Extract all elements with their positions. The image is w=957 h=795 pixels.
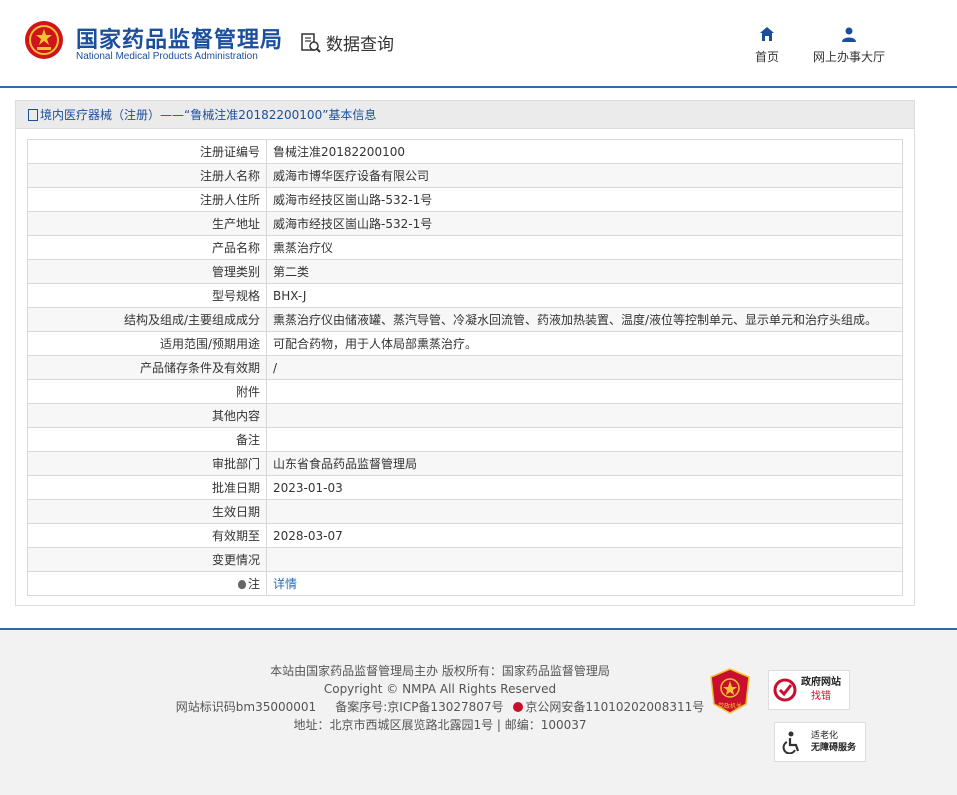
- note-label: 注: [247, 577, 260, 591]
- table-row: 型号规格 BHX-J: [27, 283, 903, 308]
- row-value: /: [266, 355, 903, 380]
- table-row: 适用范围/预期用途 可配合药物，用于人体局部熏蒸治疗。: [27, 331, 903, 356]
- accessibility-icon: [782, 731, 800, 754]
- table-row: 生产地址 威海市经技区崮山路-532-1号: [27, 211, 903, 236]
- footer-text: 本站由国家药品监督管理局主办 版权所有：国家药品监督管理局 Copyright …: [150, 662, 730, 734]
- row-value: 2028-03-07: [266, 523, 903, 548]
- footer-site-id: 网站标识码bm35000001: [175, 700, 317, 714]
- row-value: 山东省食品药品监督管理局: [266, 451, 903, 476]
- row-value: 威海市经技区崮山路-532-1号: [266, 211, 903, 236]
- table-row: 其他内容: [27, 403, 903, 428]
- table-row-note: 注详情: [27, 571, 903, 596]
- site-title: 国家药品监督管理局: [76, 28, 284, 53]
- access-badge-line1: 适老化: [811, 731, 839, 741]
- table-row: 审批部门 山东省食品药品监督管理局: [27, 451, 903, 476]
- footer-sponsor: 本站由国家药品监督管理局主办 版权所有：国家药品监督管理局: [270, 664, 610, 678]
- table-row: 结构及组成/主要组成成分 熏蒸治疗仪由储液罐、蒸汽导管、冷凝水回流管、药液加热装置…: [27, 307, 903, 332]
- document-search-icon: [301, 32, 321, 53]
- table-row: 备注: [27, 427, 903, 452]
- row-label: 管理类别: [27, 259, 267, 284]
- table-row: 产品名称 熏蒸治疗仪: [27, 235, 903, 260]
- details-link[interactable]: 详情: [273, 577, 297, 591]
- table-row: 注册人住所 威海市经技区崮山路-532-1号: [27, 187, 903, 212]
- row-label: 其他内容: [27, 403, 267, 428]
- row-value: [266, 403, 903, 428]
- row-label: 型号规格: [27, 283, 267, 308]
- row-label: 注册证编号: [27, 139, 267, 164]
- table-row: 生效日期: [27, 499, 903, 524]
- row-value: [266, 379, 903, 404]
- row-label: 注册人住所: [27, 187, 267, 212]
- row-label: 变更情况: [27, 547, 267, 572]
- row-value: BHX-J: [266, 283, 903, 308]
- gov-badge-line2: 找错: [811, 691, 831, 702]
- row-label: 结构及组成/主要组成成分: [27, 307, 267, 332]
- site-header: 国家药品监督管理局 National Medical Products Admi…: [0, 0, 957, 88]
- nav-home-label: 首页: [754, 50, 779, 64]
- nav-online-hall[interactable]: 网上办事大厅: [808, 26, 890, 65]
- gov-badge-line1: 政府网站: [801, 677, 841, 688]
- row-value: [266, 499, 903, 524]
- row-value: 威海市经技区崮山路-532-1号: [266, 187, 903, 212]
- panel-breadcrumb: 境内医疗器械（注册）——“鲁械注准20182200100”基本信息: [16, 101, 914, 129]
- access-badge-line2: 无障碍服务: [811, 743, 857, 753]
- row-label: 注册人名称: [27, 163, 267, 188]
- footer-address: 地址：北京市西城区展览路北露园1号 | 邮编：100037: [293, 718, 587, 732]
- row-label: 附件: [27, 379, 267, 404]
- data-query-link[interactable]: 数据查询: [300, 30, 394, 55]
- national-emblem-icon: [25, 21, 63, 59]
- table-row: 注册证编号 鲁械注准20182200100: [27, 139, 903, 164]
- nav-home[interactable]: 首页: [752, 26, 782, 65]
- footer-icp-link[interactable]: 备案序号:京ICP备13027807号: [335, 700, 503, 714]
- data-query-label: 数据查询: [326, 35, 394, 55]
- footer-registration: 网站标识码bm35000001 备案序号:京ICP备13027807号 京公网安…: [150, 698, 730, 716]
- footer-copyright: Copyright © NMPA All Rights Reserved: [323, 682, 557, 696]
- row-value: 熏蒸治疗仪由储液罐、蒸汽导管、冷凝水回流管、药液加热装置、温度/液位等控制单元、…: [266, 307, 903, 332]
- row-label: 生效日期: [27, 499, 267, 524]
- table-row: 附件: [27, 379, 903, 404]
- row-value: 第二类: [266, 259, 903, 284]
- footer-police-link[interactable]: 京公网安备11010202008311号: [525, 700, 704, 714]
- party-government-badge-icon[interactable]: 党政机关: [710, 668, 750, 714]
- site-subtitle: National Medical Products Administration: [76, 51, 258, 62]
- party-badge-label: 党政机关: [718, 702, 742, 710]
- user-icon: [842, 27, 856, 42]
- row-value: [266, 427, 903, 452]
- table-row: 变更情况: [27, 547, 903, 572]
- row-label: 适用范围/预期用途: [27, 331, 267, 356]
- table-row: 注册人名称 威海市博华医疗设备有限公司: [27, 163, 903, 188]
- row-value: 2023-01-03: [266, 475, 903, 500]
- site-footer: 本站由国家药品监督管理局主办 版权所有：国家药品监督管理局 Copyright …: [0, 628, 957, 795]
- table-row: 管理类别 第二类: [27, 259, 903, 284]
- breadcrumb-text: 境内医疗器械（注册）——“鲁械注准20182200100”基本信息: [40, 108, 377, 122]
- table-row: 有效期至 2028-03-07: [27, 523, 903, 548]
- row-value: 鲁械注准20182200100: [266, 139, 903, 164]
- document-icon: [28, 108, 38, 121]
- row-value: 可配合药物，用于人体局部熏蒸治疗。: [266, 331, 903, 356]
- row-label: 生产地址: [27, 211, 267, 236]
- row-label: 有效期至: [27, 523, 267, 548]
- row-label: 产品储存条件及有效期: [27, 355, 267, 380]
- table-row: 批准日期 2023-01-03: [27, 475, 903, 500]
- row-value: 熏蒸治疗仪: [266, 235, 903, 260]
- row-label: 审批部门: [27, 451, 267, 476]
- bulb-icon: [237, 580, 246, 589]
- gov-site-error-report-button[interactable]: 政府网站 找错: [768, 670, 850, 710]
- police-badge-icon: [513, 702, 524, 712]
- info-table: 注册证编号 鲁械注准20182200100 注册人名称 威海市博华医疗设备有限公司 注册…: [27, 139, 903, 596]
- row-label-note: 注: [27, 571, 267, 596]
- row-value: [266, 547, 903, 572]
- row-value-note: 详情: [266, 571, 903, 596]
- row-label: 批准日期: [27, 475, 267, 500]
- accessibility-service-button[interactable]: 适老化 无障碍服务: [774, 722, 866, 762]
- home-icon: [760, 27, 774, 41]
- row-label: 备注: [27, 427, 267, 452]
- table-row: 产品储存条件及有效期 /: [27, 355, 903, 380]
- gov-site-check-icon: [773, 678, 797, 702]
- nav-online-hall-label: 网上办事大厅: [812, 50, 885, 64]
- detail-panel: 境内医疗器械（注册）——“鲁械注准20182200100”基本信息 注册证编号鲁…: [15, 100, 915, 606]
- row-value: 威海市博华医疗设备有限公司: [266, 163, 903, 188]
- row-label: 产品名称: [27, 235, 267, 260]
